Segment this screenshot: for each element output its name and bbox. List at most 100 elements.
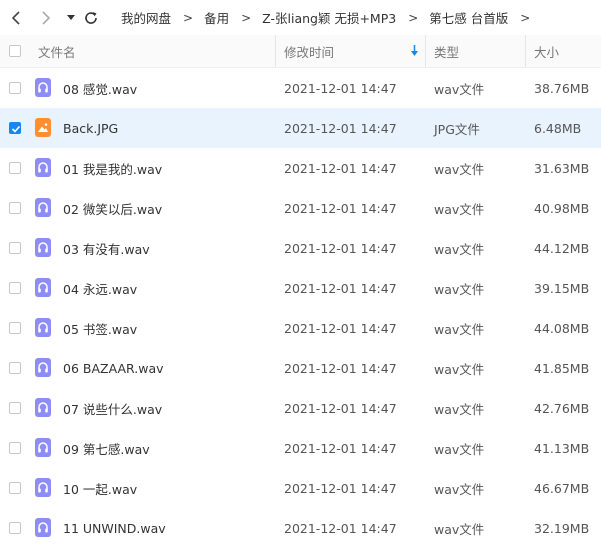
file-modified: 2021-12-01 14:47	[284, 80, 397, 96]
row-checkbox[interactable]	[9, 122, 21, 134]
file-name[interactable]: 06 BAZAAR.wav	[63, 348, 164, 388]
row-checkbox[interactable]	[9, 402, 21, 414]
row-checkbox[interactable]	[9, 522, 21, 534]
row-checkbox[interactable]	[9, 242, 21, 254]
column-size-header[interactable]: 大小	[534, 35, 559, 67]
file-type: wav文件	[434, 321, 485, 337]
audio-file-icon	[35, 238, 51, 257]
row-checkbox[interactable]	[9, 162, 21, 174]
audio-file-icon	[35, 198, 51, 217]
file-type: wav文件	[434, 481, 485, 497]
file-size: 41.85MB	[534, 360, 590, 376]
audio-file-icon	[35, 398, 51, 417]
file-modified: 2021-12-01 14:47	[284, 440, 397, 456]
breadcrumb-item[interactable]: 我的网盘	[121, 8, 171, 27]
column-name-header[interactable]: 文件名	[38, 35, 76, 67]
back-icon[interactable]	[6, 0, 26, 35]
file-name[interactable]: 01 我是我的.wav	[63, 148, 162, 188]
file-size: 42.76MB	[534, 400, 590, 416]
file-size: 41.13MB	[534, 440, 590, 456]
file-modified: 2021-12-01 14:47	[284, 400, 397, 416]
file-size: 40.98MB	[534, 200, 590, 216]
file-type: wav文件	[434, 361, 485, 377]
breadcrumb-separator: >	[183, 10, 194, 25]
column-modified-header[interactable]: 修改时间	[284, 35, 334, 67]
file-row[interactable]: 08 感觉.wav 2021-12-01 14:47 wav文件 38.76MB	[0, 68, 601, 108]
file-row[interactable]: 02 微笑以后.wav 2021-12-01 14:47 wav文件 40.98MB	[0, 188, 601, 228]
file-row[interactable]: 05 书签.wav 2021-12-01 14:47 wav文件 44.08MB	[0, 308, 601, 348]
file-row[interactable]: Back.JPG 2021-12-01 14:47 JPG文件 6.48MB	[0, 108, 601, 148]
row-checkbox[interactable]	[9, 322, 21, 334]
file-size: 44.12MB	[534, 240, 590, 256]
file-modified: 2021-12-01 14:47	[284, 240, 397, 256]
file-modified: 2021-12-01 14:47	[284, 320, 397, 336]
file-type: JPG文件	[434, 121, 480, 137]
file-type: wav文件	[434, 201, 485, 217]
breadcrumb-separator: >	[520, 10, 531, 25]
breadcrumb-separator: >	[241, 10, 252, 25]
forward-icon[interactable]	[36, 0, 56, 35]
file-name[interactable]: 03 有没有.wav	[63, 228, 150, 268]
file-name[interactable]: 11 UNWIND.wav	[63, 508, 166, 548]
row-checkbox[interactable]	[9, 482, 21, 494]
file-size: 38.76MB	[534, 80, 590, 96]
row-checkbox[interactable]	[9, 442, 21, 454]
file-name[interactable]: 04 永远.wav	[63, 268, 137, 308]
audio-file-icon	[35, 478, 51, 497]
sort-down-icon[interactable]	[410, 35, 419, 67]
column-divider	[425, 35, 426, 67]
file-row[interactable]: 06 BAZAAR.wav 2021-12-01 14:47 wav文件 41.85M…	[0, 348, 601, 388]
file-row[interactable]: 07 说些什么.wav 2021-12-01 14:47 wav文件 42.76MB	[0, 388, 601, 428]
breadcrumb-item[interactable]: 第七感 台首版	[429, 8, 508, 27]
file-row[interactable]: 10 一起.wav 2021-12-01 14:47 wav文件 46.67MB	[0, 468, 601, 508]
breadcrumb-item[interactable]: 备用	[204, 8, 229, 27]
audio-file-icon	[35, 358, 51, 377]
file-type: wav文件	[434, 81, 485, 97]
row-checkbox[interactable]	[9, 202, 21, 214]
file-row[interactable]: 11 UNWIND.wav 2021-12-01 14:47 wav文件 32.19M…	[0, 508, 601, 548]
breadcrumb-separator: >	[408, 10, 419, 25]
file-name[interactable]: 07 说些什么.wav	[63, 388, 162, 428]
file-type: wav文件	[434, 401, 485, 417]
audio-file-icon	[35, 438, 51, 457]
file-type: wav文件	[434, 241, 485, 257]
row-checkbox[interactable]	[9, 282, 21, 294]
file-type: wav文件	[434, 441, 485, 457]
table-header: 文件名 修改时间 类型 大小	[0, 35, 601, 68]
file-modified: 2021-12-01 14:47	[284, 480, 397, 496]
audio-file-icon	[35, 158, 51, 177]
audio-file-icon	[35, 78, 51, 97]
dropdown-icon[interactable]	[64, 0, 78, 35]
file-name[interactable]: 02 微笑以后.wav	[63, 188, 162, 228]
file-row[interactable]: 01 我是我的.wav 2021-12-01 14:47 wav文件 31.63MB	[0, 148, 601, 188]
audio-file-icon	[35, 318, 51, 337]
column-type-header[interactable]: 类型	[434, 35, 459, 67]
image-file-icon	[35, 118, 51, 137]
row-checkbox[interactable]	[9, 362, 21, 374]
file-modified: 2021-12-01 14:47	[284, 120, 397, 136]
row-checkbox[interactable]	[9, 82, 21, 94]
file-size: 32.19MB	[534, 520, 590, 536]
file-size: 31.63MB	[534, 160, 590, 176]
file-row[interactable]: 03 有没有.wav 2021-12-01 14:47 wav文件 44.12MB	[0, 228, 601, 268]
file-type: wav文件	[434, 281, 485, 297]
column-divider	[275, 35, 276, 67]
file-row[interactable]: 04 永远.wav 2021-12-01 14:47 wav文件 39.15MB	[0, 268, 601, 308]
select-all-checkbox[interactable]	[9, 45, 21, 57]
file-name[interactable]: 05 书签.wav	[63, 308, 137, 348]
toolbar: 我的网盘 > 备用 > Z-张liang颖 无损+MP3 > 第七感 台首版 >	[0, 0, 601, 35]
audio-file-icon	[35, 278, 51, 297]
file-row[interactable]: 09 第七感.wav 2021-12-01 14:47 wav文件 41.13MB	[0, 428, 601, 468]
breadcrumb-item[interactable]: Z-张liang颖 无损+MP3	[262, 8, 396, 27]
file-modified: 2021-12-01 14:47	[284, 200, 397, 216]
file-type: wav文件	[434, 521, 485, 537]
file-name[interactable]: 08 感觉.wav	[63, 68, 137, 108]
file-size: 44.08MB	[534, 320, 590, 336]
breadcrumb: 我的网盘 > 备用 > Z-张liang颖 无损+MP3 > 第七感 台首版 >	[121, 0, 541, 35]
file-name[interactable]: Back.JPG	[63, 108, 118, 148]
file-name[interactable]: 09 第七感.wav	[63, 428, 150, 468]
refresh-icon[interactable]	[82, 0, 100, 35]
file-size: 46.67MB	[534, 480, 590, 496]
column-divider	[525, 35, 526, 67]
file-name[interactable]: 10 一起.wav	[63, 468, 137, 508]
